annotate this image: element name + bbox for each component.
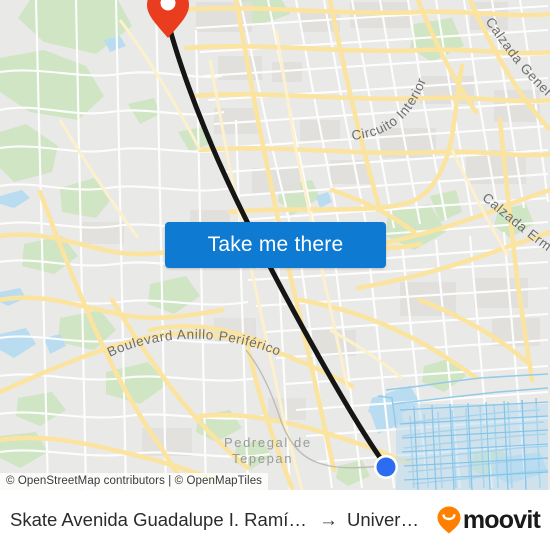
label-pedregal-de-tepepan-line1: Pedregal de bbox=[224, 435, 312, 450]
take-me-there-button[interactable]: Take me there bbox=[165, 222, 386, 268]
moovit-wordmark: moovit bbox=[462, 505, 541, 534]
label-pedregal-de-tepepan-line2: Tepepan bbox=[232, 451, 293, 466]
moovit-pin-icon bbox=[437, 506, 461, 534]
arrow-right-icon: → bbox=[319, 509, 338, 531]
origin-label: Skate Avenida Guadalupe I. Ramírez Tie… bbox=[10, 509, 310, 530]
route-summary: Skate Avenida Guadalupe I. Ramírez Tie… … bbox=[10, 509, 428, 531]
trip-footer: Skate Avenida Guadalupe I. Ramírez Tie… … bbox=[0, 490, 550, 550]
destination-label: Universi… bbox=[347, 509, 428, 530]
moovit-logo[interactable]: moovit bbox=[436, 505, 541, 535]
map-attribution: © OpenStreetMap contributors | © OpenMap… bbox=[0, 473, 269, 490]
moovit-trip-screen: Calzada General Calzada Ermita Circuito … bbox=[0, 0, 550, 550]
destination-marker bbox=[374, 455, 398, 479]
